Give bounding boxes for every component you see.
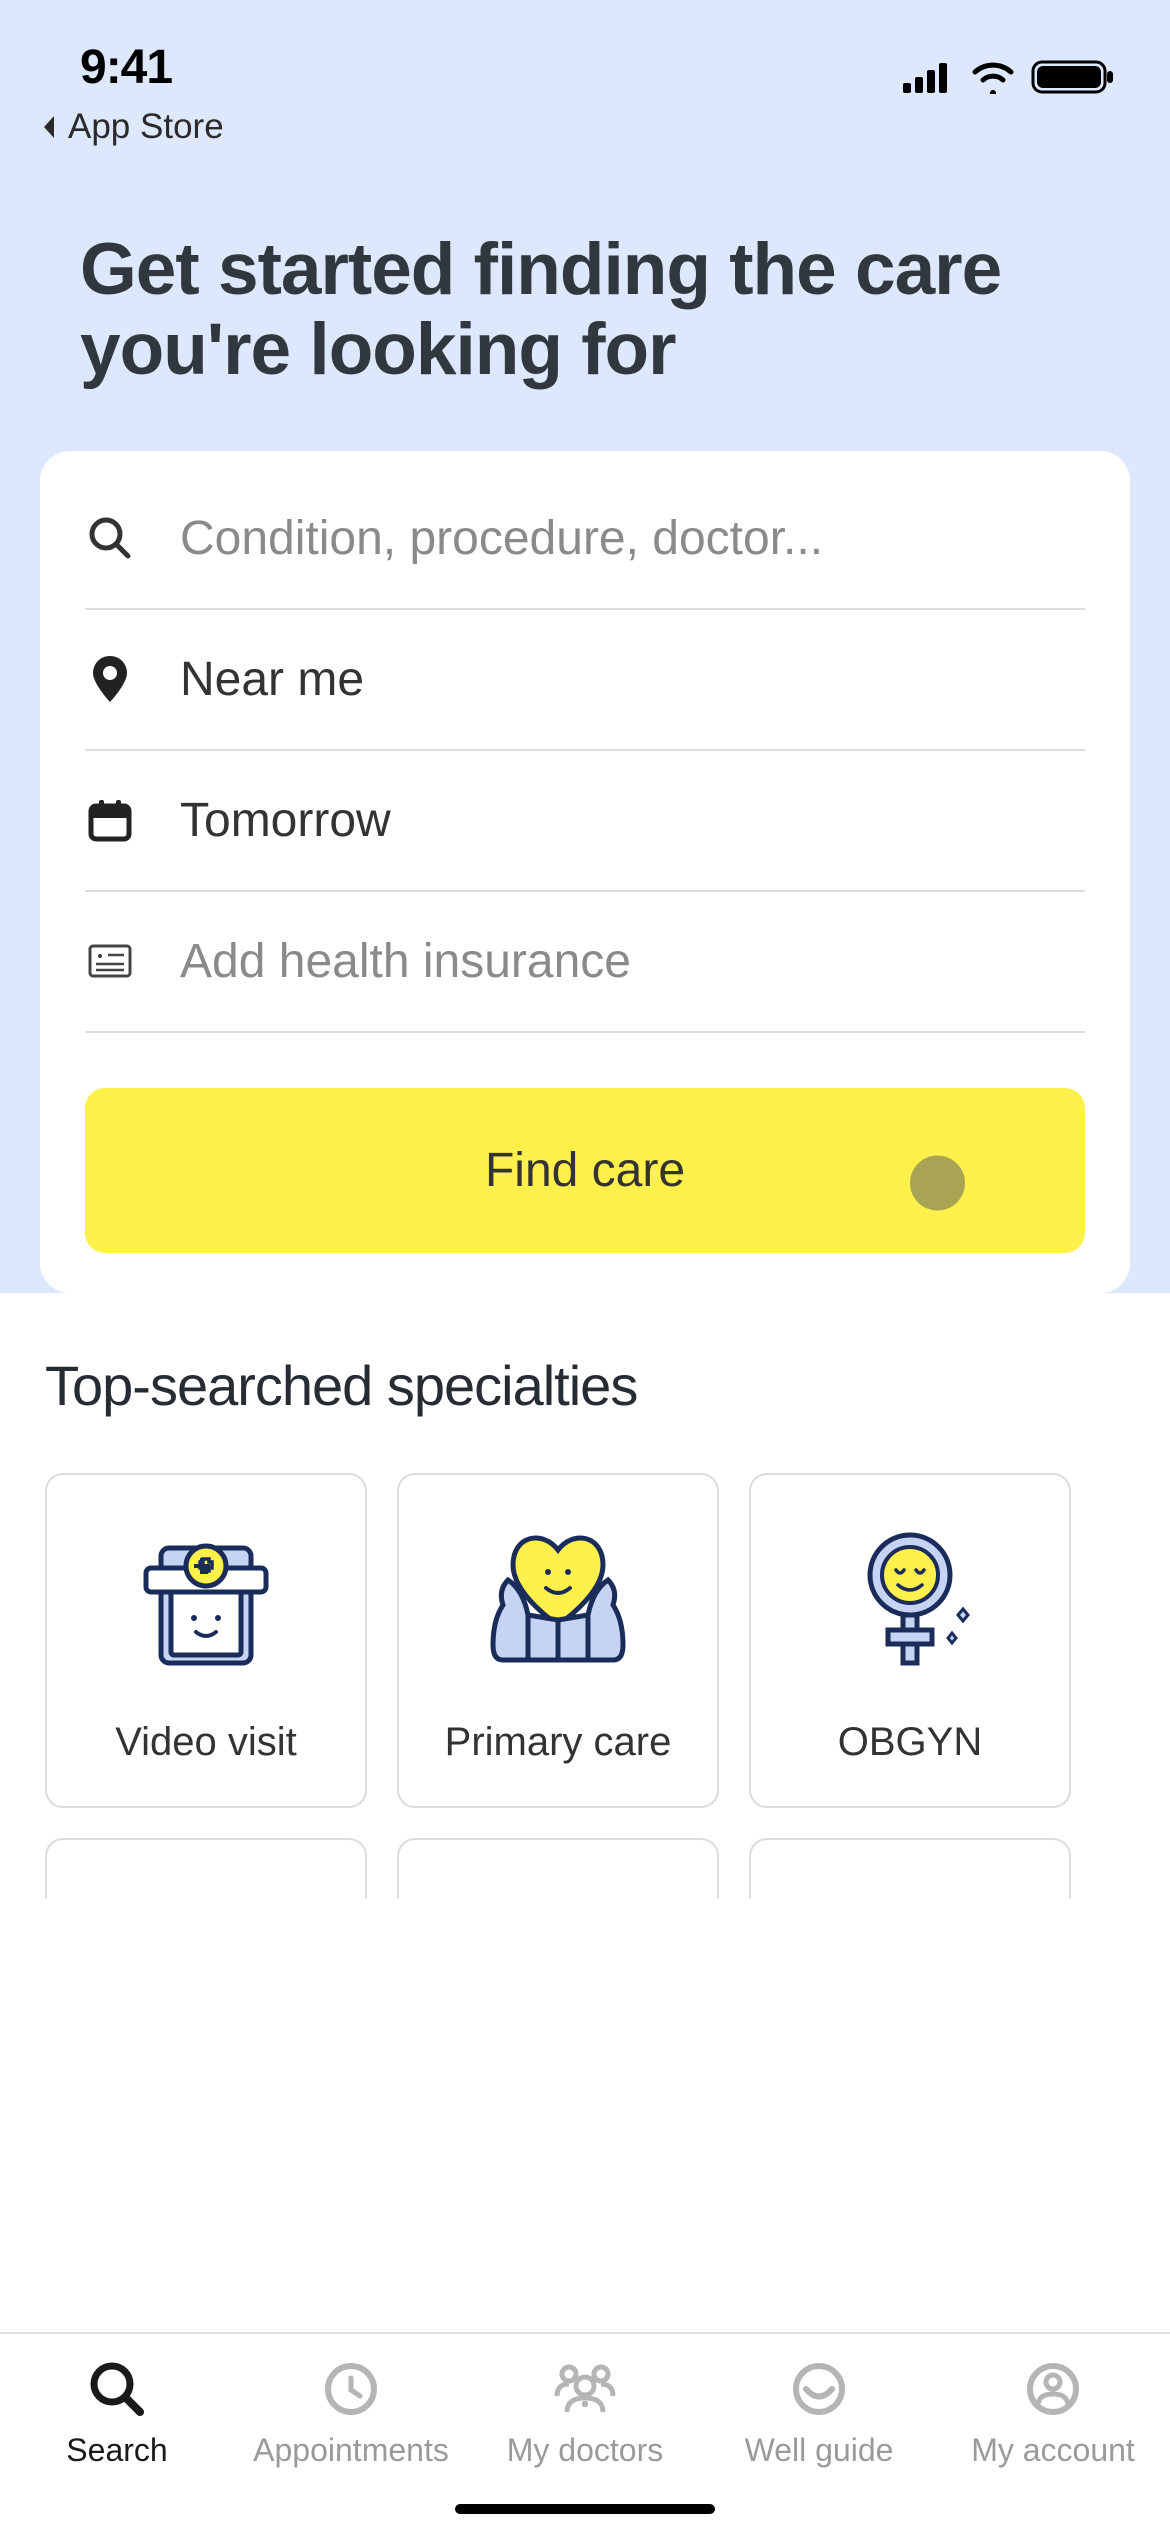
tab-well-guide[interactable]: Well guide (709, 2358, 929, 2469)
search-icon (88, 516, 132, 560)
tab-my-account[interactable]: My account (943, 2358, 1163, 2469)
specialty-card-peek[interactable] (397, 1838, 719, 1898)
back-to-app-link[interactable]: App Store (40, 107, 224, 147)
specialty-card-peek[interactable] (45, 1838, 367, 1898)
video-visit-icon (121, 1515, 291, 1685)
find-care-label: Find care (485, 1144, 685, 1197)
obgyn-icon (825, 1515, 995, 1685)
insurance-placeholder: Add health insurance (180, 934, 631, 989)
status-time: 9:41 (80, 40, 224, 95)
find-care-button[interactable]: Find care (85, 1088, 1085, 1253)
specialty-label: Primary care (445, 1720, 672, 1765)
search-card: Condition, procedure, doctor... Near me (40, 451, 1130, 1293)
tab-label: My account (971, 2432, 1135, 2469)
tab-label: My doctors (507, 2432, 663, 2469)
tab-search[interactable]: Search (7, 2358, 227, 2469)
specialties-heading: Top-searched specialties (45, 1353, 1125, 1418)
specialty-label: Video visit (115, 1720, 297, 1765)
status-bar: 9:41 App Store (0, 40, 1170, 140)
highlight-dot-icon (910, 1156, 965, 1211)
doctors-icon (549, 2360, 621, 2418)
wifi-icon (969, 60, 1017, 94)
clock-icon (322, 2360, 380, 2418)
specialty-card-obgyn[interactable]: OBGYN (749, 1473, 1071, 1808)
condition-placeholder: Condition, procedure, doctor... (180, 511, 823, 566)
home-indicator[interactable] (455, 2504, 715, 2514)
primary-care-icon (473, 1515, 643, 1685)
tab-appointments[interactable]: Appointments (241, 2358, 461, 2469)
back-to-app-label: App Store (68, 107, 224, 147)
tab-label: Appointments (253, 2432, 449, 2469)
tab-label: Search (66, 2432, 167, 2469)
specialty-card-video-visit[interactable]: Video visit (45, 1473, 367, 1808)
account-icon (1024, 2360, 1082, 2418)
back-caret-icon (40, 114, 58, 140)
insurance-field[interactable]: Add health insurance (85, 892, 1085, 1033)
smile-icon (790, 2360, 848, 2418)
specialty-card-primary-care[interactable]: Primary care (397, 1473, 719, 1808)
specialty-card-peek[interactable] (749, 1838, 1071, 1898)
battery-icon (1031, 58, 1115, 96)
tab-my-doctors[interactable]: My doctors (475, 2358, 695, 2469)
tab-label: Well guide (745, 2432, 894, 2469)
date-field[interactable]: Tomorrow (85, 751, 1085, 892)
search-tab-icon (88, 2360, 146, 2418)
location-field[interactable]: Near me (85, 610, 1085, 751)
calendar-icon (88, 798, 132, 842)
specialty-label: OBGYN (838, 1720, 982, 1765)
location-pin-icon (93, 656, 127, 702)
insurance-card-icon (88, 944, 132, 978)
condition-field[interactable]: Condition, procedure, doctor... (85, 501, 1085, 610)
tab-bar: Search Appointments My doctors (0, 2332, 1170, 2532)
cellular-icon (903, 61, 955, 93)
date-value: Tomorrow (180, 793, 391, 848)
location-value: Near me (180, 652, 364, 707)
page-title: Get started finding the care you're look… (0, 140, 1170, 451)
specialty-grid: Video visit Primary care (45, 1473, 1125, 1898)
